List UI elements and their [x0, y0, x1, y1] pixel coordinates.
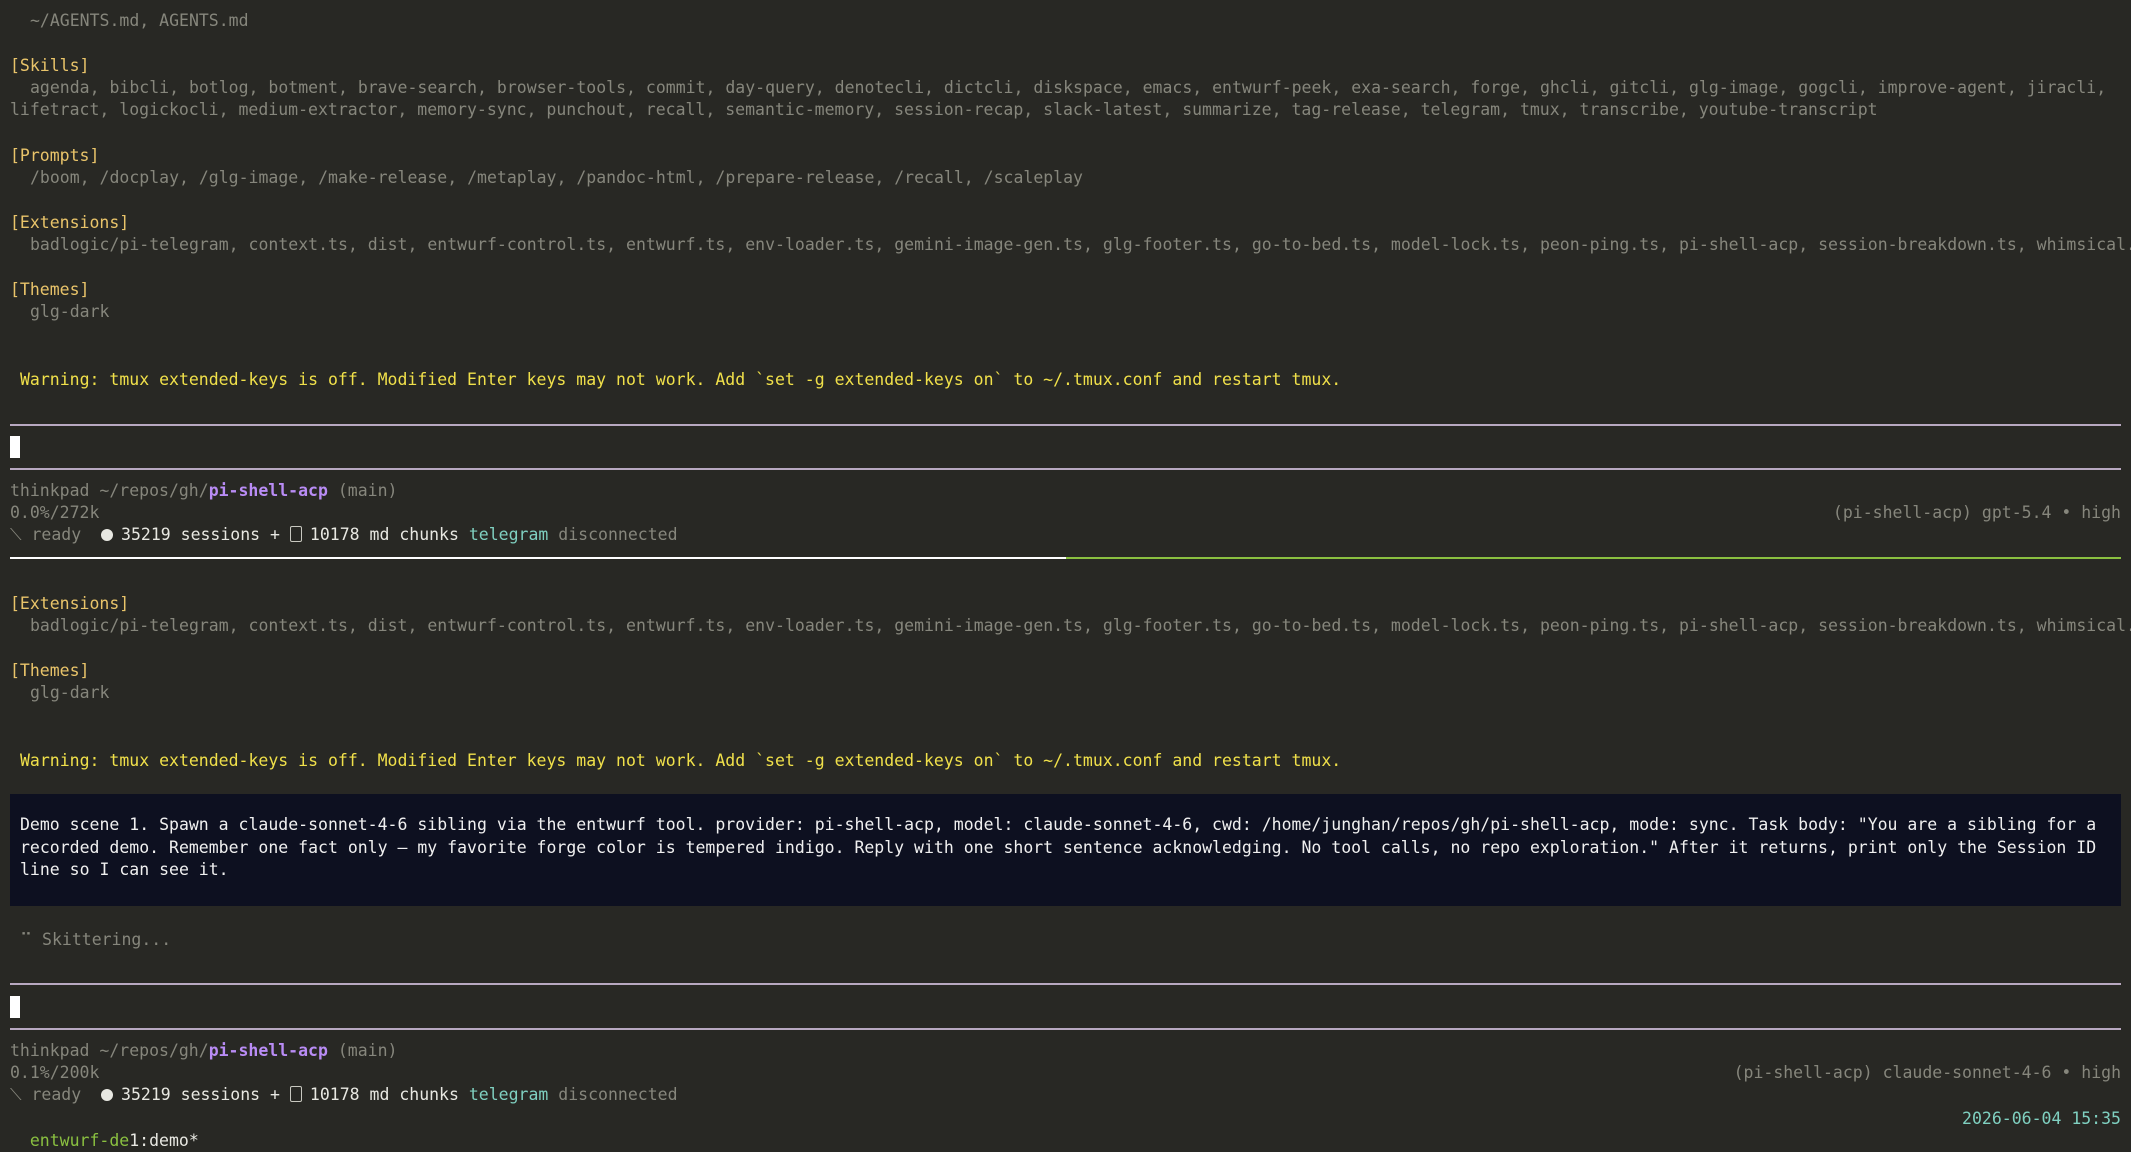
input-top-rule-2 [10, 983, 2121, 985]
tmux-datetime: 2026-06-04 15:35 [1962, 1109, 2121, 1128]
progress-fill [1065, 557, 2121, 559]
pane-divider-progress [10, 557, 2121, 559]
footer-model: (pi-shell-acp) gpt-5.4 • high [1832, 503, 2121, 522]
tmux-warning-2: Warning: tmux extended-keys is off. Modi… [20, 751, 1342, 770]
skills-list-line2: lifetract, logickocli, medium-extractor,… [10, 100, 1878, 119]
skills-header: [Skills] [10, 56, 90, 75]
extensions-list-2: badlogic/pi-telegram, context.ts, dist, … [30, 616, 2131, 635]
user-message-box: Demo scene 1. Spawn a claude-sonnet-4-6 … [10, 794, 2121, 906]
themes-header-2: [Themes] [10, 661, 90, 680]
footer-path: thinkpad ~/repos/gh/pi-shell-acp (main) [10, 481, 398, 500]
spinner-status: ⠉ Skittering... [20, 930, 172, 949]
footer-status: ⟍ ready 35219 sessions + 10178 md chunks… [10, 525, 678, 544]
footer-status-2: ⟍ ready 35219 sessions + 10178 md chunks… [10, 1085, 678, 1104]
extensions-header-2: [Extensions] [10, 594, 130, 613]
document-icon [289, 1086, 302, 1102]
input-bottom-rule-2 [10, 1028, 2121, 1030]
prompts-list: /boom, /docplay, /glg-image, /make-relea… [30, 168, 1083, 187]
footer-model-2: (pi-shell-acp) claude-sonnet-4-6 • high [1733, 1063, 2121, 1082]
input-top-rule [10, 424, 2121, 426]
user-message: Demo scene 1. Spawn a claude-sonnet-4-6 … [20, 815, 2097, 879]
input-bottom-rule [10, 468, 2121, 470]
input-cursor-2[interactable] [10, 996, 20, 1018]
context-files: ~/AGENTS.md, AGENTS.md [30, 11, 249, 30]
tmux-warning: Warning: tmux extended-keys is off. Modi… [20, 370, 1342, 389]
tmux-status-bar: entwurf-de1:demo* [10, 1108, 2121, 1150]
footer-path-2: thinkpad ~/repos/gh/pi-shell-acp (main) [10, 1041, 398, 1060]
skills-list-line1: agenda, bibcli, botlog, botment, brave-s… [30, 78, 2107, 97]
document-icon [289, 526, 302, 542]
theme-name-2: glg-dark [30, 683, 110, 702]
brain-icon [101, 529, 114, 541]
tmux-window-name[interactable]: 1:demo* [129, 1131, 199, 1150]
footer-usage: 0.0%/272k [10, 503, 100, 522]
input-cursor[interactable] [10, 436, 20, 458]
theme-name: glg-dark [30, 302, 110, 321]
extensions-list: badlogic/pi-telegram, context.ts, dist, … [30, 235, 2131, 254]
themes-header: [Themes] [10, 280, 90, 299]
brain-icon [101, 1089, 114, 1101]
prompts-header: [Prompts] [10, 146, 100, 165]
extensions-header: [Extensions] [10, 213, 130, 232]
tmux-session-name[interactable]: entwurf-de [30, 1131, 129, 1150]
